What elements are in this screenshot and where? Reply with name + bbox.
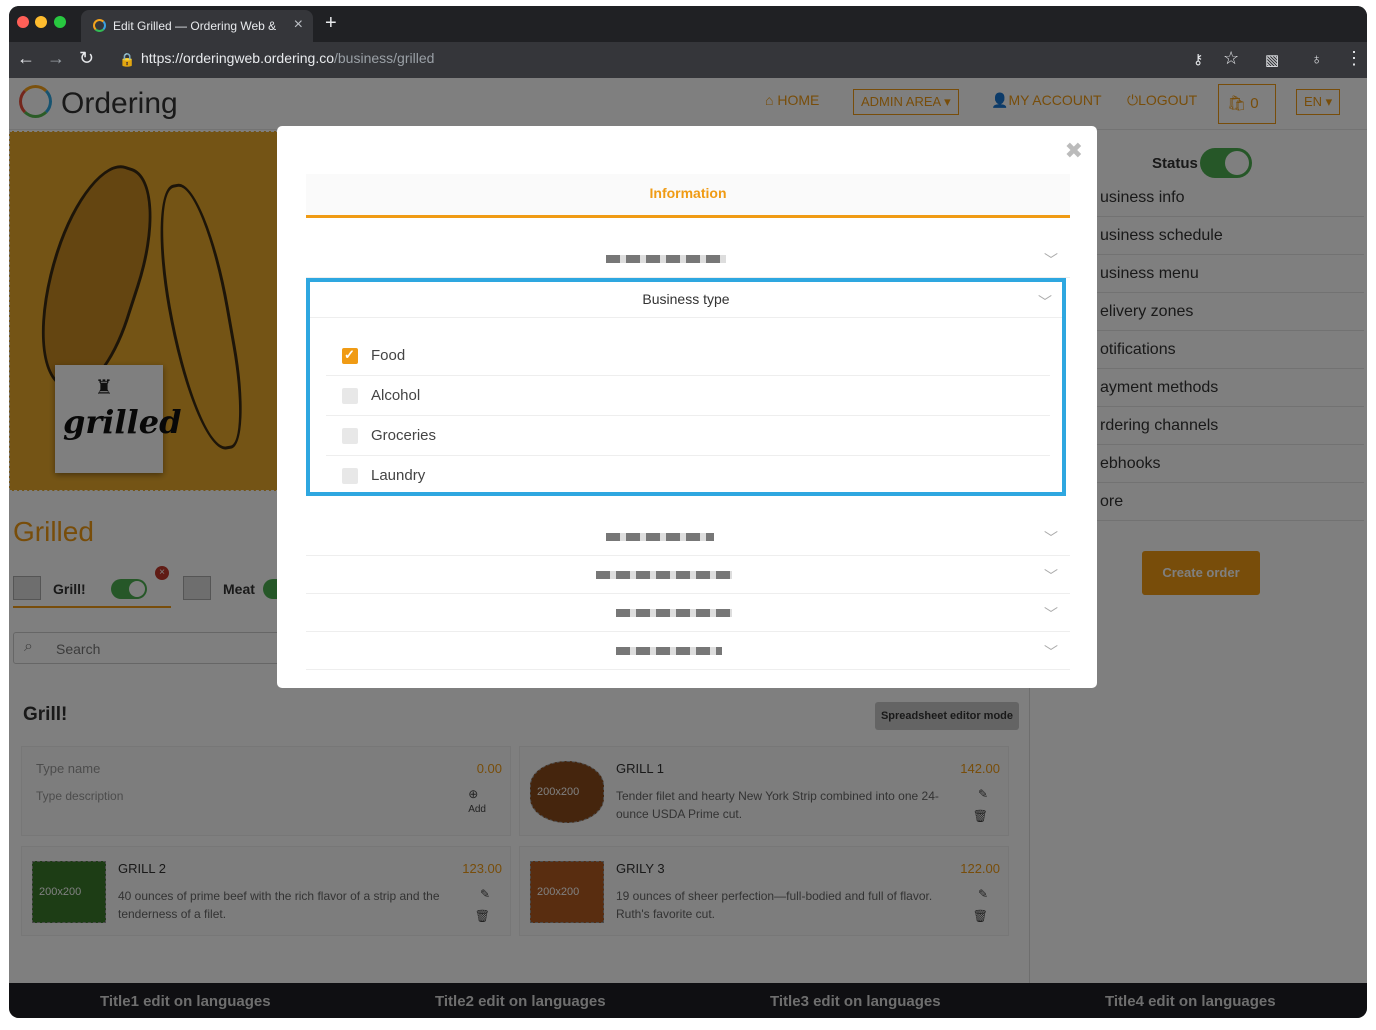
redacted-label: [606, 533, 714, 541]
close-tab-icon[interactable]: ×: [294, 16, 303, 34]
option-label: Groceries: [371, 427, 437, 444]
accordion-section[interactable]: ﹀: [306, 556, 1070, 594]
business-type-section: Business type ﹀ Food Alcohol Groceries L…: [306, 278, 1066, 496]
business-type-option-laundry[interactable]: Laundry: [326, 456, 1050, 496]
option-label: Laundry: [371, 467, 426, 484]
incognito-icon[interactable]: ♁: [1311, 51, 1322, 68]
business-info-modal: ✖ Information ﹀ Business type ﹀ Food Alc…: [277, 126, 1097, 688]
business-type-option-alcohol[interactable]: Alcohol: [326, 376, 1050, 416]
url-path: /business/grilled: [334, 50, 435, 66]
business-type-header[interactable]: Business type: [310, 282, 1062, 318]
redacted-label: [606, 255, 726, 263]
chevron-down-icon: ﹀: [1044, 530, 1058, 546]
redacted-label: [596, 571, 732, 579]
star-icon[interactable]: ☆: [1223, 48, 1239, 69]
chevron-down-icon: ﹀: [1044, 606, 1058, 622]
chevron-down-icon: ﹀: [1044, 644, 1058, 660]
tab-title: Edit Grilled — Ordering Web &: [113, 19, 277, 33]
page: Ordering ⌂ HOME ADMIN AREA ▾ 👤MY ACCOUNT…: [9, 78, 1367, 1018]
tab-bar: Edit Grilled — Ordering Web & × +: [9, 6, 1367, 42]
accordion-section[interactable]: ﹀: [306, 518, 1070, 556]
extension-icon[interactable]: ▧: [1265, 51, 1279, 69]
redacted-label: [616, 647, 722, 655]
forward-icon[interactable]: →: [47, 48, 65, 69]
lock-icon: 🔒: [119, 52, 136, 67]
minimize-window-button[interactable]: [35, 16, 47, 28]
food-checkbox[interactable]: [342, 347, 358, 364]
browser-window: Edit Grilled — Ordering Web & × + ← → ↻ …: [9, 6, 1367, 1018]
laundry-checkbox[interactable]: [342, 468, 358, 484]
chevron-down-icon[interactable]: ﹀: [1038, 292, 1052, 312]
redacted-label: [616, 609, 732, 617]
accordion-section[interactable]: ﹀: [306, 594, 1070, 632]
address-bar[interactable]: https://orderingweb.ordering.co/business…: [141, 50, 434, 66]
option-label: Alcohol: [371, 387, 421, 404]
accordion-section[interactable]: ﹀: [306, 240, 1070, 278]
close-window-button[interactable]: [17, 16, 29, 28]
browser-toolbar: ← → ↻ 🔒 https://orderingweb.ordering.co/…: [9, 42, 1367, 78]
favicon-icon: [93, 19, 106, 32]
option-label: Food: [371, 347, 406, 364]
chevron-down-icon: ﹀: [1044, 252, 1058, 268]
accordion-section[interactable]: ﹀: [306, 632, 1070, 670]
business-type-option-groceries[interactable]: Groceries: [326, 416, 1050, 456]
new-tab-button[interactable]: +: [325, 12, 337, 35]
chevron-down-icon: ﹀: [1044, 568, 1058, 584]
browser-tab[interactable]: Edit Grilled — Ordering Web & ×: [81, 10, 313, 42]
key-icon[interactable]: ⚷: [1193, 51, 1203, 68]
reload-icon[interactable]: ↻: [79, 48, 94, 69]
url-host: https://orderingweb.ordering.co: [141, 50, 334, 66]
tab-information[interactable]: Information: [306, 174, 1070, 218]
close-modal-icon[interactable]: ✖: [1065, 138, 1083, 164]
back-icon[interactable]: ←: [17, 48, 35, 69]
alcohol-checkbox[interactable]: [342, 388, 358, 404]
menu-dots-icon[interactable]: ⋮: [1345, 48, 1363, 69]
maximize-window-button[interactable]: [54, 16, 66, 28]
business-type-option-food[interactable]: Food: [326, 336, 1050, 376]
groceries-checkbox[interactable]: [342, 428, 358, 444]
